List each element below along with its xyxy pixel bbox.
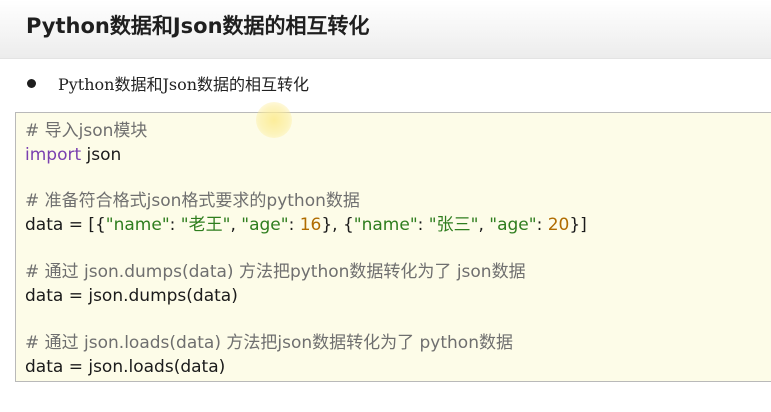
code-line-data: data = [{"name": "老王", "age": 16}, {"nam… bbox=[25, 215, 587, 235]
code-line-import: import json bbox=[25, 145, 121, 165]
data-sep: : bbox=[536, 215, 548, 235]
data-prefix: data = [{ bbox=[25, 215, 106, 235]
data-sep: , bbox=[478, 215, 490, 235]
data-key-age-2: "age" bbox=[489, 215, 537, 235]
code-comment-import: # 导入json模块 bbox=[25, 121, 148, 141]
code-comment-prepare: # 准备符合格式json格式要求的python数据 bbox=[25, 191, 360, 211]
data-value-age-1: 16 bbox=[299, 215, 322, 235]
data-key-name-2: "name" bbox=[353, 215, 418, 235]
cursor-highlight bbox=[256, 102, 292, 138]
code-line-dumps: data = json.dumps(data) bbox=[25, 286, 238, 306]
data-key-age-1: "age" bbox=[241, 215, 289, 235]
data-value-name-1: "老王" bbox=[180, 215, 231, 235]
bullet-item: Python数据和Json数据的相互转化 bbox=[24, 70, 309, 96]
data-mid: }, { bbox=[321, 215, 354, 235]
data-sep: : bbox=[288, 215, 300, 235]
data-value-name-2: "张三" bbox=[428, 215, 479, 235]
data-key-name-1: "name" bbox=[105, 215, 170, 235]
code-comment-dumps: # 通过 json.dumps(data) 方法把python数据转化为了 js… bbox=[25, 262, 526, 282]
data-suffix: }] bbox=[569, 215, 587, 235]
data-sep: , bbox=[230, 215, 242, 235]
data-value-age-2: 20 bbox=[547, 215, 570, 235]
data-sep: : bbox=[417, 215, 429, 235]
slide: Python数据和Json数据的相互转化 Python数据和Json数据的相互转… bbox=[0, 0, 771, 412]
code-line-loads: data = json.loads(data) bbox=[25, 357, 226, 377]
keyword-import: import bbox=[25, 145, 82, 165]
bullet-dot-icon bbox=[27, 78, 36, 88]
header-band: Python数据和Json数据的相互转化 bbox=[0, 0, 771, 59]
bullet-text: Python数据和Json数据的相互转化 bbox=[58, 75, 310, 94]
data-sep: : bbox=[169, 215, 181, 235]
code-comment-loads: # 通过 json.loads(data) 方法把json数据转化为了 pyth… bbox=[25, 333, 513, 353]
page-title: Python数据和Json数据的相互转化 bbox=[26, 14, 370, 38]
import-module: json bbox=[81, 145, 122, 165]
